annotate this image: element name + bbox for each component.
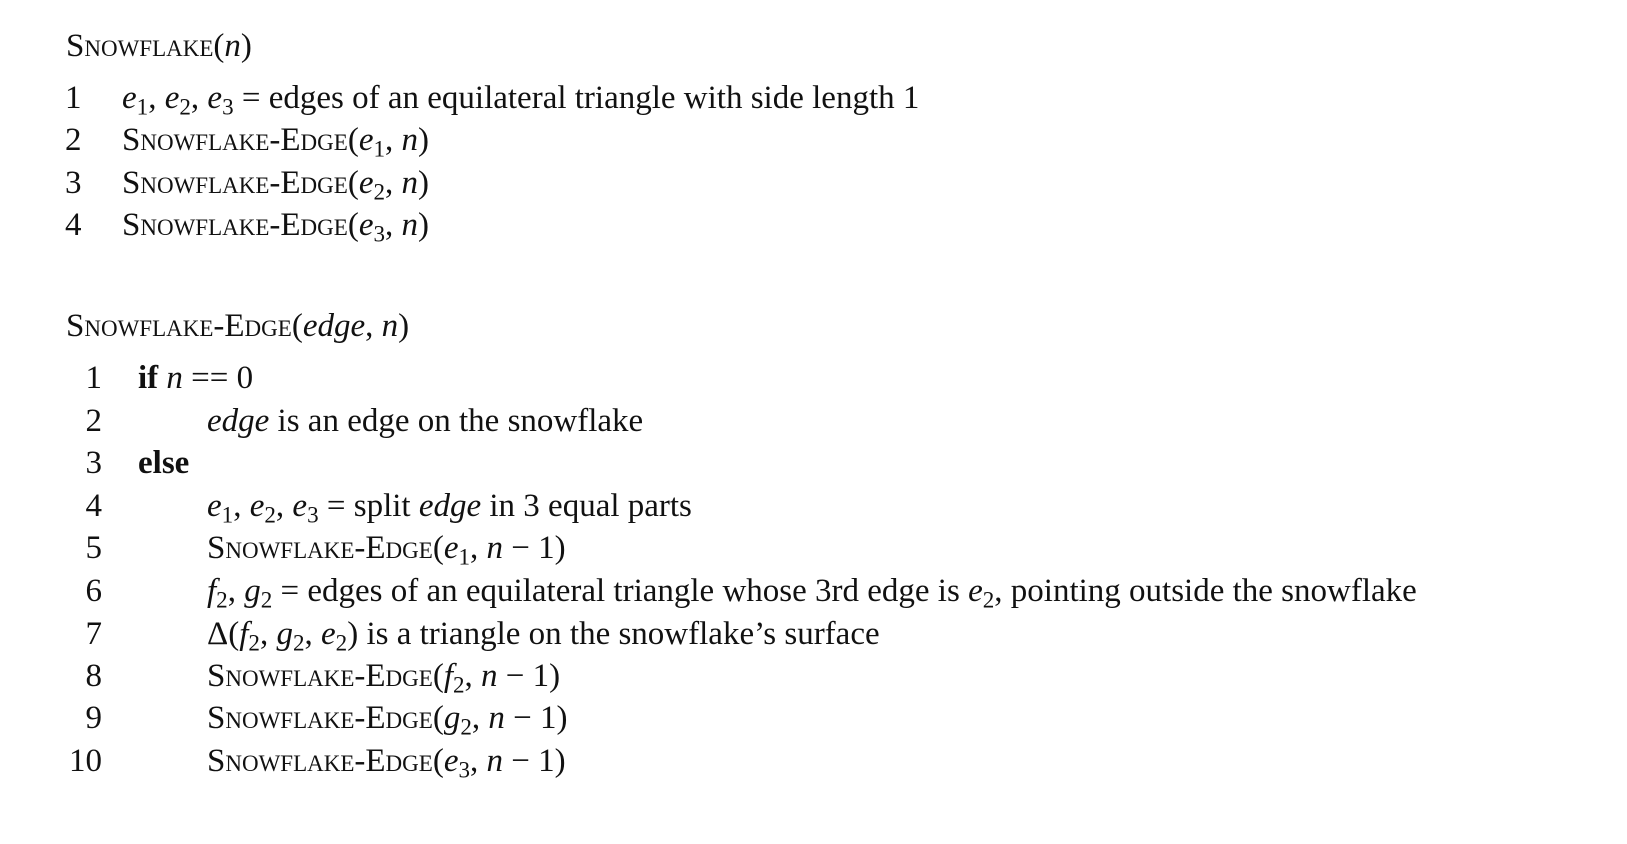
line-number: 10 (69, 743, 102, 779)
code-line-call-g2: Snowflake-Edge(g2, n − 1) (207, 700, 568, 740)
arg: e (358, 165, 374, 201)
line-text: is a triangle on the snowflake’s surface (358, 616, 880, 652)
line-tail: 1 (902, 80, 920, 116)
paren-close: ) (240, 28, 252, 64)
code-line-3: Snowflake-Edge(e2, n) (122, 165, 430, 205)
line-number: 6 (85, 573, 103, 609)
procedure-name: Snowflake (66, 28, 214, 64)
condition: == 0 (182, 360, 254, 396)
line-number: 1 (65, 80, 82, 116)
line-number: 8 (85, 658, 103, 694)
line-tail: , pointing outside the snowflake (994, 573, 1417, 609)
delta-symbol: Δ (207, 616, 229, 652)
line-text: edges of an equilateral triangle whose 3… (307, 573, 969, 609)
line-number: 1 (85, 360, 103, 396)
code-line-triangle-edges: f2, g2 = edges of an equilateral triangl… (207, 573, 1417, 613)
procedure-snowflake-title: Snowflake(n) (66, 26, 252, 66)
call-name: Snowflake-Edge (207, 743, 433, 779)
call-name: Snowflake-Edge (122, 207, 348, 243)
line-number: 5 (85, 530, 103, 566)
subscript: 1 (373, 135, 386, 162)
procedure-snowflake-edge-title: Snowflake-Edge(edge, n) (66, 308, 410, 344)
code-line-call-e1: Snowflake-Edge(e1, n − 1) (207, 530, 566, 570)
line-number: 7 (85, 616, 103, 652)
line-number: 4 (65, 207, 82, 243)
keyword-if: if (138, 360, 159, 396)
code-line-2: Snowflake-Edge(e1, n) (122, 122, 430, 162)
call-name: Snowflake-Edge (207, 700, 433, 736)
code-line-edge-on-snowflake: edge is an edge on the snowflake (207, 401, 643, 441)
subscript: 3 (373, 220, 386, 247)
code-line-if: if n == 0 (138, 358, 253, 398)
var-n: n (166, 360, 183, 396)
equals: = (272, 573, 308, 609)
line-text: edges of an equilateral triangle with si… (268, 80, 903, 116)
var-edge: edge (207, 403, 270, 439)
line-number: 4 (85, 488, 103, 524)
call-name: Snowflake-Edge (207, 530, 433, 566)
call-name: Snowflake-Edge (122, 165, 348, 201)
code-line-else: else (138, 443, 189, 483)
code-line-call-f2: Snowflake-Edge(f2, n − 1) (207, 658, 561, 698)
subscript: 2 (373, 178, 386, 205)
param-edge: edge (302, 308, 366, 344)
line-number: 3 (85, 445, 103, 481)
line-number: 3 (65, 165, 82, 201)
param-n: n (381, 308, 399, 344)
keyword-else: else (138, 445, 190, 481)
line-number: 2 (85, 403, 103, 439)
equals: = (233, 80, 269, 116)
var-edge: edge (418, 488, 482, 524)
line-text: is an edge on the snowflake (269, 403, 644, 439)
paren-open: ( (213, 28, 225, 64)
procedure-name: Snowflake-Edge (66, 308, 292, 344)
code-line-1: e1, e2, e3 = edges of an equilateral tri… (122, 80, 920, 120)
param-n: n (224, 28, 241, 64)
arg: e (358, 122, 374, 158)
code-line-4: Snowflake-Edge(e3, n) (122, 207, 430, 247)
call-name: Snowflake-Edge (207, 658, 433, 694)
algorithm-document: Snowflake(n) 1 e1, e2, e3 = edges of an … (0, 0, 1627, 844)
call-name: Snowflake-Edge (122, 122, 348, 158)
code-line-split: e1, e2, e3 = split edge in 3 equal parts (207, 488, 692, 528)
line-number: 9 (85, 700, 103, 736)
code-line-triangle-surface: Δ(f2, g2, e2) is a triangle on the snowf… (207, 616, 880, 656)
code-line-call-e3: Snowflake-Edge(e3, n − 1) (207, 743, 566, 783)
arg: e (358, 207, 374, 243)
line-text: in 3 equal parts (481, 488, 692, 524)
line-number: 2 (65, 122, 82, 158)
equals-split: = split (318, 488, 419, 524)
